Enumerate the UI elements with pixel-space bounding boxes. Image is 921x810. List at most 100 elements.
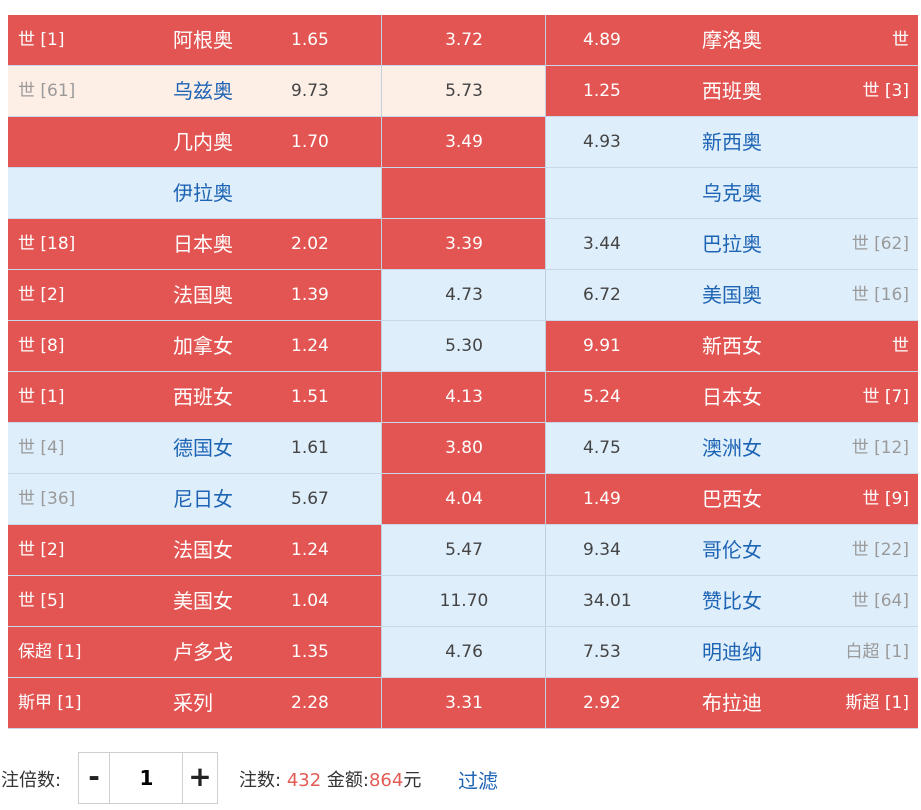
away-team-name[interactable]: 乌克奥 bbox=[702, 168, 762, 218]
home-win-odds: 1.24 bbox=[291, 540, 329, 560]
draw-cell[interactable]: 4.13 bbox=[381, 372, 545, 423]
away-team-name[interactable]: 明迪纳 bbox=[702, 627, 762, 677]
home-league-rank: 世 [4] bbox=[18, 438, 65, 458]
home-win-cell[interactable]: 世 [18] 日本奥 2.02 bbox=[8, 219, 381, 270]
match-row: 世 [4] 德国女 1.61 3.80 4.75 澳洲女 世 [12] bbox=[0, 423, 921, 474]
away-team-name[interactable]: 巴西女 bbox=[702, 474, 762, 524]
draw-cell[interactable]: 5.47 bbox=[381, 525, 545, 576]
draw-cell[interactable]: 3.49 bbox=[381, 117, 545, 168]
draw-cell[interactable]: 5.73 bbox=[381, 66, 545, 117]
away-win-cell[interactable]: 9.34 哥伦女 世 [22] bbox=[545, 525, 918, 576]
away-team-name[interactable]: 布拉迪 bbox=[702, 678, 762, 728]
draw-cell[interactable]: 4.04 bbox=[381, 474, 545, 525]
home-win-cell[interactable]: 世 [61] 乌兹奥 9.73 bbox=[8, 66, 381, 117]
draw-odds: 4.76 bbox=[445, 642, 483, 662]
home-win-cell[interactable]: 世 [1] 阿根奥 1.65 bbox=[8, 15, 381, 66]
home-team-name[interactable]: 伊拉奥 bbox=[173, 168, 233, 218]
away-team-name[interactable]: 赞比女 bbox=[702, 576, 762, 626]
away-team-name[interactable]: 日本女 bbox=[702, 372, 762, 422]
draw-odds: 3.72 bbox=[445, 30, 483, 50]
draw-cell[interactable] bbox=[381, 168, 545, 219]
decrease-multiplier-button[interactable]: - bbox=[79, 753, 110, 803]
match-row: 斯甲 [1] 采列 2.28 3.31 2.92 布拉迪 斯超 [1] bbox=[0, 678, 921, 729]
home-win-odds: 2.28 bbox=[291, 693, 329, 713]
home-team-name[interactable]: 乌兹奥 bbox=[173, 66, 233, 116]
home-team-name[interactable]: 法国女 bbox=[173, 525, 233, 575]
away-win-cell[interactable]: 3.44 巴拉奥 世 [62] bbox=[545, 219, 918, 270]
home-team-name[interactable]: 尼日女 bbox=[173, 474, 233, 524]
away-win-cell[interactable]: 5.24 日本女 世 [7] bbox=[545, 372, 918, 423]
home-win-odds: 5.67 bbox=[291, 489, 329, 509]
draw-cell[interactable]: 4.76 bbox=[381, 627, 545, 678]
bet-footer: 投注倍数: - + 注数: 432 金额:864元 过滤 bbox=[0, 752, 921, 806]
home-win-cell[interactable]: 世 [2] 法国奥 1.39 bbox=[8, 270, 381, 321]
home-win-cell[interactable]: 保超 [1] 卢多戈 1.35 bbox=[8, 627, 381, 678]
home-win-cell[interactable]: 伊拉奥 bbox=[8, 168, 381, 219]
draw-odds: 3.39 bbox=[445, 234, 483, 254]
match-row: 世 [2] 法国奥 1.39 4.73 6.72 美国奥 世 [16] bbox=[0, 270, 921, 321]
draw-cell[interactable]: 4.73 bbox=[381, 270, 545, 321]
row-edge bbox=[0, 423, 8, 474]
home-win-cell[interactable]: 世 [36] 尼日女 5.67 bbox=[8, 474, 381, 525]
away-win-odds: 1.49 bbox=[583, 489, 621, 509]
draw-cell[interactable]: 3.31 bbox=[381, 678, 545, 729]
home-win-cell[interactable]: 世 [8] 加拿女 1.24 bbox=[8, 321, 381, 372]
amount-label: 金额: bbox=[326, 770, 369, 791]
increase-multiplier-button[interactable]: + bbox=[182, 753, 217, 803]
draw-cell[interactable]: 3.72 bbox=[381, 15, 545, 66]
home-win-cell[interactable]: 世 [4] 德国女 1.61 bbox=[8, 423, 381, 474]
home-team-name[interactable]: 德国女 bbox=[173, 423, 233, 473]
home-league-rank: 保超 [1] bbox=[18, 642, 82, 662]
away-win-cell[interactable]: 34.01 赞比女 世 [64] bbox=[545, 576, 918, 627]
home-team-name[interactable]: 几内奥 bbox=[173, 117, 233, 167]
home-team-name[interactable]: 卢多戈 bbox=[173, 627, 233, 677]
home-team-name[interactable]: 美国女 bbox=[173, 576, 233, 626]
home-league-rank: 世 [1] bbox=[18, 387, 65, 407]
away-team-name[interactable]: 哥伦女 bbox=[702, 525, 762, 575]
away-team-name[interactable]: 新西奥 bbox=[702, 117, 762, 167]
away-league-rank: 世 [62] bbox=[851, 234, 909, 254]
home-team-name[interactable]: 采列 bbox=[173, 678, 213, 728]
away-team-name[interactable]: 美国奥 bbox=[702, 270, 762, 320]
away-win-cell[interactable]: 6.72 美国奥 世 [16] bbox=[545, 270, 918, 321]
away-win-cell[interactable]: 2.92 布拉迪 斯超 [1] bbox=[545, 678, 918, 729]
home-team-name[interactable]: 法国奥 bbox=[173, 270, 233, 320]
home-win-cell[interactable]: 世 [5] 美国女 1.04 bbox=[8, 576, 381, 627]
away-team-name[interactable]: 澳洲女 bbox=[702, 423, 762, 473]
away-win-cell[interactable]: 4.75 澳洲女 世 [12] bbox=[545, 423, 918, 474]
away-win-cell[interactable]: 1.25 西班奥 世 [3] bbox=[545, 66, 918, 117]
home-team-name[interactable]: 阿根奥 bbox=[173, 15, 233, 65]
draw-odds: 3.31 bbox=[445, 693, 483, 713]
away-team-name[interactable]: 西班奥 bbox=[702, 66, 762, 116]
home-team-name[interactable]: 日本奥 bbox=[173, 219, 233, 269]
home-team-name[interactable]: 加拿女 bbox=[173, 321, 233, 371]
away-team-name[interactable]: 摩洛奥 bbox=[702, 15, 762, 65]
draw-cell[interactable]: 3.80 bbox=[381, 423, 545, 474]
away-win-cell[interactable]: 1.49 巴西女 世 [9] bbox=[545, 474, 918, 525]
draw-cell[interactable]: 3.39 bbox=[381, 219, 545, 270]
away-team-name[interactable]: 巴拉奥 bbox=[702, 219, 762, 269]
away-win-cell[interactable]: 4.89 摩洛奥 世 bbox=[545, 15, 918, 66]
away-win-cell[interactable]: 9.91 新西女 世 bbox=[545, 321, 918, 372]
match-row: 世 [5] 美国女 1.04 11.70 34.01 赞比女 世 [64] bbox=[0, 576, 921, 627]
home-win-odds: 1.51 bbox=[291, 387, 329, 407]
away-win-cell[interactable]: 7.53 明迪纳 白超 [1] bbox=[545, 627, 918, 678]
filter-link[interactable]: 过滤 bbox=[458, 765, 498, 794]
home-win-cell[interactable]: 几内奥 1.70 bbox=[8, 117, 381, 168]
away-league-rank: 世 bbox=[892, 30, 909, 50]
home-win-cell[interactable]: 斯甲 [1] 采列 2.28 bbox=[8, 678, 381, 729]
draw-cell[interactable]: 11.70 bbox=[381, 576, 545, 627]
multiplier-input[interactable] bbox=[110, 753, 183, 803]
away-team-name[interactable]: 新西女 bbox=[702, 321, 762, 371]
draw-cell[interactable]: 5.30 bbox=[381, 321, 545, 372]
home-team-name[interactable]: 西班女 bbox=[173, 372, 233, 422]
row-edge bbox=[0, 678, 8, 729]
draw-odds: 4.73 bbox=[445, 285, 483, 305]
bet-count-label: 注数: bbox=[239, 770, 282, 791]
away-win-odds: 4.93 bbox=[583, 132, 621, 152]
away-win-cell[interactable]: 乌克奥 bbox=[545, 168, 918, 219]
home-win-cell[interactable]: 世 [1] 西班女 1.51 bbox=[8, 372, 381, 423]
home-win-cell[interactable]: 世 [2] 法国女 1.24 bbox=[8, 525, 381, 576]
match-row: 伊拉奥 乌克奥 bbox=[0, 168, 921, 219]
away-win-cell[interactable]: 4.93 新西奥 bbox=[545, 117, 918, 168]
